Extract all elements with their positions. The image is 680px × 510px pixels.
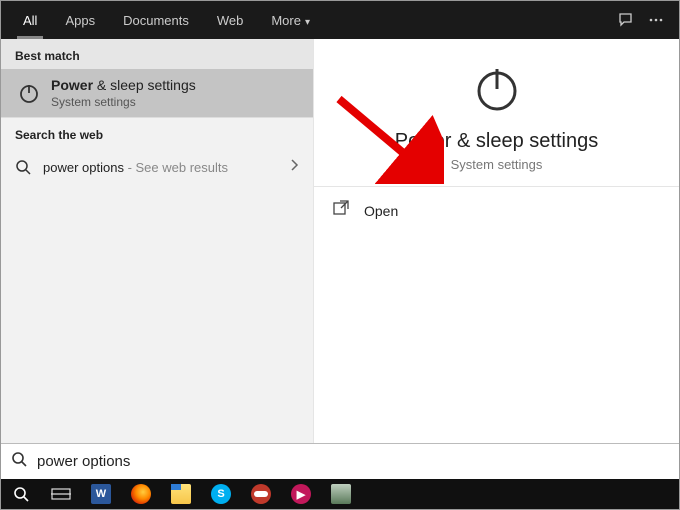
tab-all[interactable]: All xyxy=(9,1,51,39)
open-label: Open xyxy=(364,203,398,219)
preview-title: Power & sleep settings xyxy=(395,130,598,153)
preview-subtitle: System settings xyxy=(451,157,543,172)
result-title: Power & sleep settings xyxy=(51,77,196,93)
file-explorer-icon[interactable] xyxy=(161,479,201,509)
skype-icon[interactable]: S xyxy=(201,479,241,509)
search-scope-tabs: All Apps Documents Web More xyxy=(1,1,679,39)
tab-documents[interactable]: Documents xyxy=(109,1,203,39)
taskbar: W S ▶ xyxy=(1,479,679,509)
search-input[interactable] xyxy=(37,453,669,470)
spectacles-icon[interactable] xyxy=(241,479,281,509)
best-match-header: Best match xyxy=(1,39,313,69)
word-icon[interactable]: W xyxy=(81,479,121,509)
chevron-down-icon xyxy=(305,13,310,28)
taskbar-search-button[interactable] xyxy=(1,479,41,509)
search-web-header: Search the web xyxy=(1,118,313,148)
pink-app-icon[interactable]: ▶ xyxy=(281,479,321,509)
best-match-result[interactable]: Power & sleep settings System settings xyxy=(1,69,313,117)
printer-icon[interactable] xyxy=(321,479,361,509)
preview-pane: Power & sleep settings System settings O… xyxy=(313,39,679,443)
search-icon xyxy=(11,451,27,472)
firefox-icon[interactable] xyxy=(121,479,161,509)
results-list: Best match Power & sleep settings System… xyxy=(1,39,313,443)
power-icon-large xyxy=(470,61,524,120)
chevron-right-icon xyxy=(289,158,299,176)
search-icon xyxy=(15,159,35,175)
web-result[interactable]: power options - See web results xyxy=(1,148,313,186)
tab-apps[interactable]: Apps xyxy=(51,1,109,39)
open-icon xyxy=(332,199,350,222)
tab-more[interactable]: More xyxy=(257,1,324,39)
search-box[interactable] xyxy=(1,443,679,479)
feedback-icon[interactable] xyxy=(611,5,641,35)
power-icon xyxy=(15,81,43,105)
more-options-icon[interactable] xyxy=(641,5,671,35)
result-subtitle: System settings xyxy=(51,95,196,109)
task-view-icon[interactable] xyxy=(41,479,81,509)
open-action[interactable]: Open xyxy=(314,187,679,234)
tab-web[interactable]: Web xyxy=(203,1,258,39)
web-result-text: power options - See web results xyxy=(43,160,289,175)
